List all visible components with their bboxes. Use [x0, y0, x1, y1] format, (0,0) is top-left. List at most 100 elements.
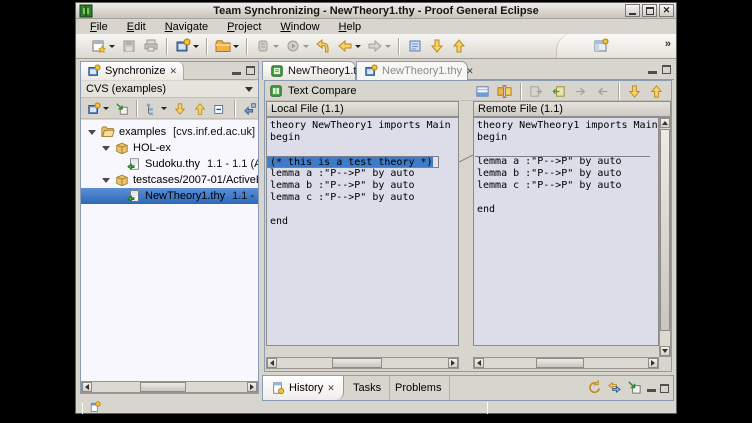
forward-button[interactable] [367, 38, 391, 54]
tab-history[interactable]: History ✕ [263, 376, 344, 400]
expander-icon[interactable] [88, 130, 96, 135]
tab-label: Problems [395, 382, 441, 394]
open-resource-button[interactable] [215, 38, 239, 54]
scroll-right-button[interactable] [648, 358, 658, 368]
menu-file[interactable]: File [90, 21, 108, 33]
view-maximize-icon[interactable] [660, 384, 669, 393]
next-difference-button[interactable] [173, 102, 187, 116]
scope-menu-icon[interactable] [245, 87, 253, 92]
link-with-editor-icon[interactable] [607, 380, 623, 396]
presentation-mode-button[interactable] [145, 102, 167, 116]
remote-horizontal-scrollbar[interactable] [473, 357, 659, 369]
previous-difference-button[interactable] [649, 84, 665, 100]
tab-tasks[interactable]: Tasks [345, 376, 390, 400]
menu-help[interactable]: Help [339, 21, 362, 33]
new-wizard-button[interactable] [91, 38, 115, 54]
editor-maximize-icon[interactable] [662, 65, 671, 74]
next-change-button[interactable] [429, 38, 445, 54]
update-all-button[interactable] [243, 102, 257, 116]
tab-newtheory1-compare-active[interactable]: NewTheory1.thy ✕ [356, 61, 468, 80]
tree-row-sudoku[interactable]: Sudoku.thy 1.1 - 1.1 (ASCII - [81, 156, 258, 172]
tree-row-newtheory1-selected[interactable]: NewTheory1.thy 1.1 - 1.1 (A [81, 188, 258, 204]
tree-row-testcases[interactable]: testcases/2007-01/ActiveEditorV [81, 172, 258, 188]
compare-header: Text Compare [265, 81, 671, 101]
pin-button[interactable] [115, 102, 129, 116]
copy-current-right-button[interactable] [573, 84, 589, 100]
sync-horizontal-scrollbar[interactable] [81, 381, 258, 393]
pin-view-icon[interactable] [627, 380, 643, 396]
tab-synchronize[interactable]: Synchronize ✕ [81, 62, 184, 80]
maximize-button[interactable] [642, 4, 657, 17]
fast-view-icon[interactable] [89, 401, 103, 415]
link-with-editor-button[interactable] [407, 38, 423, 54]
refresh-icon[interactable] [587, 380, 603, 396]
sync-mode-button[interactable] [87, 102, 109, 116]
copy-left-to-right-button[interactable] [529, 84, 545, 100]
close-icon[interactable]: ✕ [327, 383, 335, 394]
print-button[interactable] [143, 38, 159, 54]
tree-row-hol-ex[interactable]: HOL-ex [81, 140, 258, 156]
menu-window[interactable]: Window [280, 21, 319, 33]
scroll-left-button[interactable] [267, 358, 277, 368]
perspective-icon[interactable] [593, 38, 609, 54]
view-maximize-icon[interactable] [246, 66, 255, 75]
scrollbar-thumb[interactable] [140, 382, 186, 392]
menu-navigate[interactable]: Navigate [165, 21, 208, 33]
scrollbar-thumb[interactable] [660, 129, 670, 331]
code-line: begin [267, 132, 458, 144]
run-button[interactable] [285, 38, 309, 54]
back-button[interactable] [337, 38, 361, 54]
linked-view-icon [407, 38, 423, 54]
editor-minimize-icon[interactable] [648, 71, 657, 74]
view-minimize-icon[interactable] [647, 389, 656, 392]
dropdown-icon [193, 45, 199, 48]
swap-panes-button[interactable] [497, 84, 513, 100]
debug-button[interactable] [255, 38, 279, 54]
copy-right-to-left-button[interactable] [551, 84, 567, 100]
toolbar-overflow-chevron[interactable]: » [665, 38, 671, 50]
next-difference-button[interactable] [627, 84, 643, 100]
view-minimize-icon[interactable] [232, 72, 241, 75]
update-incoming-icon [243, 102, 257, 116]
save-button[interactable] [121, 38, 137, 54]
close-icon[interactable]: ✕ [170, 66, 178, 77]
scroll-down-button[interactable] [660, 346, 670, 356]
scroll-right-button[interactable] [247, 382, 257, 392]
sync-scope-label: CVS (examples) [86, 83, 166, 95]
compare-title: Text Compare [288, 85, 356, 97]
scrollbar-thumb[interactable] [536, 358, 584, 368]
sync-tree[interactable]: examples [cvs.inf.ed.ac.uk] HOL-ex Sudok… [81, 120, 258, 381]
scroll-right-button[interactable] [448, 358, 458, 368]
minimize-button[interactable] [625, 4, 640, 17]
scrollbar-thumb[interactable] [332, 358, 382, 368]
synchronize-tab-bar: Synchronize ✕ [81, 62, 258, 80]
collapse-all-button[interactable] [213, 102, 227, 116]
previous-change-button[interactable] [451, 38, 467, 54]
local-horizontal-scrollbar[interactable] [266, 357, 459, 369]
close-icon[interactable]: ✕ [466, 66, 474, 77]
last-edit-location-button[interactable] [315, 38, 331, 54]
tree-row-examples[interactable]: examples [cvs.inf.ed.ac.uk] [81, 124, 258, 140]
scroll-left-button[interactable] [82, 382, 92, 392]
app-window: Team Synchronizing - NewTheory1.thy - Pr… [75, 2, 677, 414]
local-file-label: Local File (1.1) [271, 103, 344, 115]
tab-newtheory1-editor[interactable]: NewTheory1.thy [262, 61, 356, 80]
menu-project[interactable]: Project [227, 21, 261, 33]
toolbar-separator [246, 38, 248, 55]
scroll-up-button[interactable] [660, 118, 670, 128]
previous-difference-button[interactable] [193, 102, 207, 116]
remote-file-pane[interactable]: theory NewTheory1 imports Main begin lem… [473, 117, 659, 346]
tab-problems[interactable]: Problems [387, 376, 450, 400]
synchronize-button[interactable] [175, 38, 199, 54]
highlighted-diff-line[interactable]: (* this is a test theory *) [267, 156, 439, 168]
expander-icon[interactable] [102, 146, 110, 151]
local-file-pane[interactable]: theory NewTheory1 imports Main begin (* … [266, 117, 459, 346]
close-button[interactable]: ✕ [659, 4, 674, 17]
scroll-left-button[interactable] [474, 358, 484, 368]
expander-icon[interactable] [102, 178, 110, 183]
ancestor-pane-button[interactable] [475, 84, 491, 100]
copy-current-left-button[interactable] [595, 84, 611, 100]
remote-vertical-scrollbar[interactable] [659, 117, 671, 357]
menu-edit[interactable]: Edit [127, 21, 146, 33]
tab-label: NewTheory1.thy [382, 65, 462, 77]
